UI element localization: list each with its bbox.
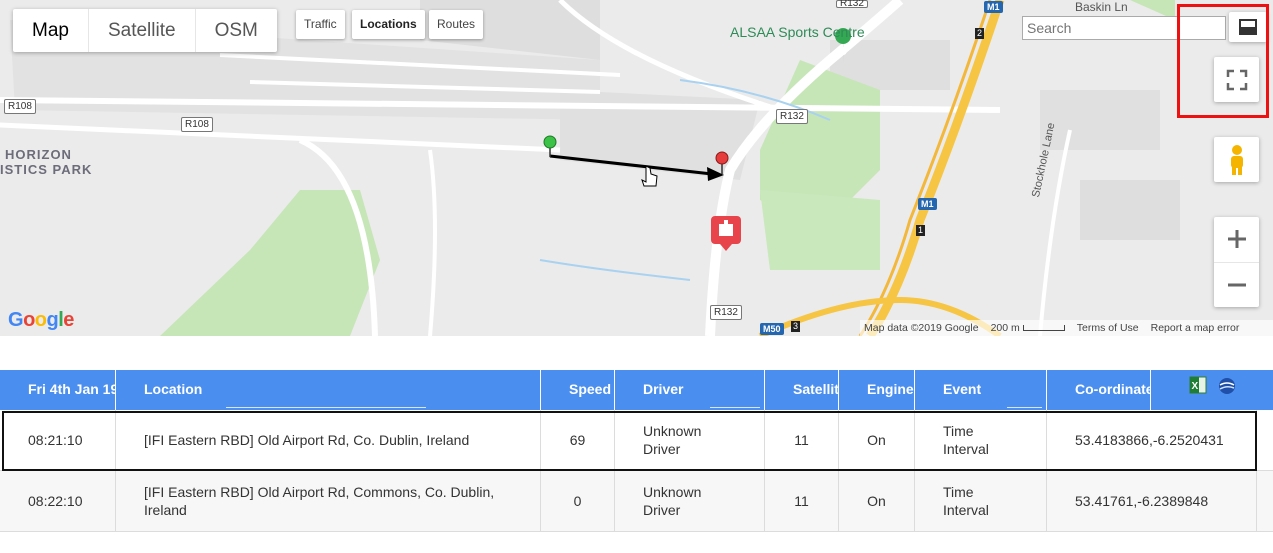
routes-layer-button[interactable]: Routes xyxy=(429,10,484,39)
location-cell: [IFI Eastern RBD] Old Airport Rd, Common… xyxy=(116,471,541,531)
engine-cell: On xyxy=(839,471,915,531)
road-shield: R108 xyxy=(4,99,36,114)
satellites-cell: 11 xyxy=(765,410,839,470)
area-label: HORIZON xyxy=(5,147,72,162)
zoom-control xyxy=(1214,217,1259,307)
driver-cell: Unknown Driver xyxy=(615,471,765,531)
map-data-text: Map data ©2019 Google xyxy=(864,322,979,334)
map-type-control: Map Satellite OSM xyxy=(13,9,277,52)
google-logo: Google xyxy=(8,309,74,331)
street-view-button[interactable] xyxy=(1214,137,1259,182)
svg-text:X: X xyxy=(1192,381,1199,392)
locations-layer-button[interactable]: Locations xyxy=(352,10,425,39)
scale-control[interactable]: 200 m xyxy=(991,322,1065,334)
zoom-in-button[interactable] xyxy=(1214,217,1259,263)
export-area: X xyxy=(1151,370,1269,410)
excel-export-icon[interactable]: X xyxy=(1189,376,1207,394)
location-cell: [IFI Eastern RBD] Old Airport Rd, Co. Du… xyxy=(116,410,541,470)
motorway-shield: M50 xyxy=(760,323,784,335)
column-header-engine[interactable]: Engine xyxy=(839,370,915,410)
column-header-event[interactable]: Event xyxy=(915,370,1047,410)
motorway-shield: M1 xyxy=(918,198,937,210)
plus-icon xyxy=(1227,230,1246,249)
coordinates-cell: 53.41761,-6.2389848 xyxy=(1047,471,1257,531)
engine-cell: On xyxy=(839,410,915,470)
history-table: Fri 4th Jan 19 Location Speed Driver Sat… xyxy=(0,370,1273,532)
table-row[interactable]: 08:21:10 [IFI Eastern RBD] Old Airport R… xyxy=(0,410,1273,471)
motorway-shield: M1 xyxy=(984,1,1003,13)
traffic-layer-button[interactable]: Traffic xyxy=(296,10,345,39)
road-shield: R108 xyxy=(181,117,213,132)
column-header-driver[interactable]: Driver xyxy=(615,370,765,410)
column-header-satellites[interactable]: Satellites xyxy=(765,370,839,410)
minus-icon xyxy=(1227,283,1246,287)
street-label: Baskin Ln xyxy=(1075,0,1128,14)
column-header-location[interactable]: Location xyxy=(116,370,541,410)
time-cell: 08:21:10 xyxy=(0,410,116,470)
road-shield: R132 xyxy=(710,305,742,320)
map-type-osm-tab[interactable]: OSM xyxy=(196,9,277,52)
column-header-coordinates[interactable]: Co-ordinates xyxy=(1047,370,1151,410)
report-error-link[interactable]: Report a map error xyxy=(1151,322,1240,334)
junction-label: 2 xyxy=(975,28,985,39)
pegman-icon xyxy=(1230,144,1243,175)
speed-cell: 0 xyxy=(541,471,615,531)
event-cell: Time Interval xyxy=(915,410,1047,470)
map-type-map-tab[interactable]: Map xyxy=(13,9,89,52)
time-cell: 08:22:10 xyxy=(0,471,116,531)
google-earth-icon[interactable] xyxy=(1217,376,1237,396)
road-shield: R132 xyxy=(776,109,808,124)
column-header-speed[interactable]: Speed xyxy=(541,370,615,410)
satellites-cell: 11 xyxy=(765,471,839,531)
coordinates-cell: 53.4183866,-6.2520431 xyxy=(1047,410,1257,470)
map-type-satellite-tab[interactable]: Satellite xyxy=(89,9,196,52)
road-shield: R132 xyxy=(836,0,868,9)
table-header: Fri 4th Jan 19 Location Speed Driver Sat… xyxy=(0,370,1273,410)
table-row[interactable]: 08:22:10 [IFI Eastern RBD] Old Airport R… xyxy=(0,471,1273,532)
junction-label: 1 xyxy=(916,225,926,236)
speed-cell: 69 xyxy=(541,410,615,470)
junction-label: 3 xyxy=(791,321,801,332)
zoom-out-button[interactable] xyxy=(1214,263,1259,308)
highlight-box xyxy=(1177,4,1269,118)
event-cell: Time Interval xyxy=(915,471,1047,531)
map-view[interactable]: ALSAA Sports Centre Baskin Ln HORIZON IS… xyxy=(0,0,1273,336)
driver-cell: Unknown Driver xyxy=(615,410,765,470)
terms-link[interactable]: Terms of Use xyxy=(1077,322,1139,334)
area-label: ISTICS PARK xyxy=(0,162,93,177)
poi-label: ALSAA Sports Centre xyxy=(730,24,865,40)
map-attribution: Map data ©2019 Google 200 m Terms of Use… xyxy=(860,320,1273,336)
column-header-date[interactable]: Fri 4th Jan 19 xyxy=(0,370,116,410)
